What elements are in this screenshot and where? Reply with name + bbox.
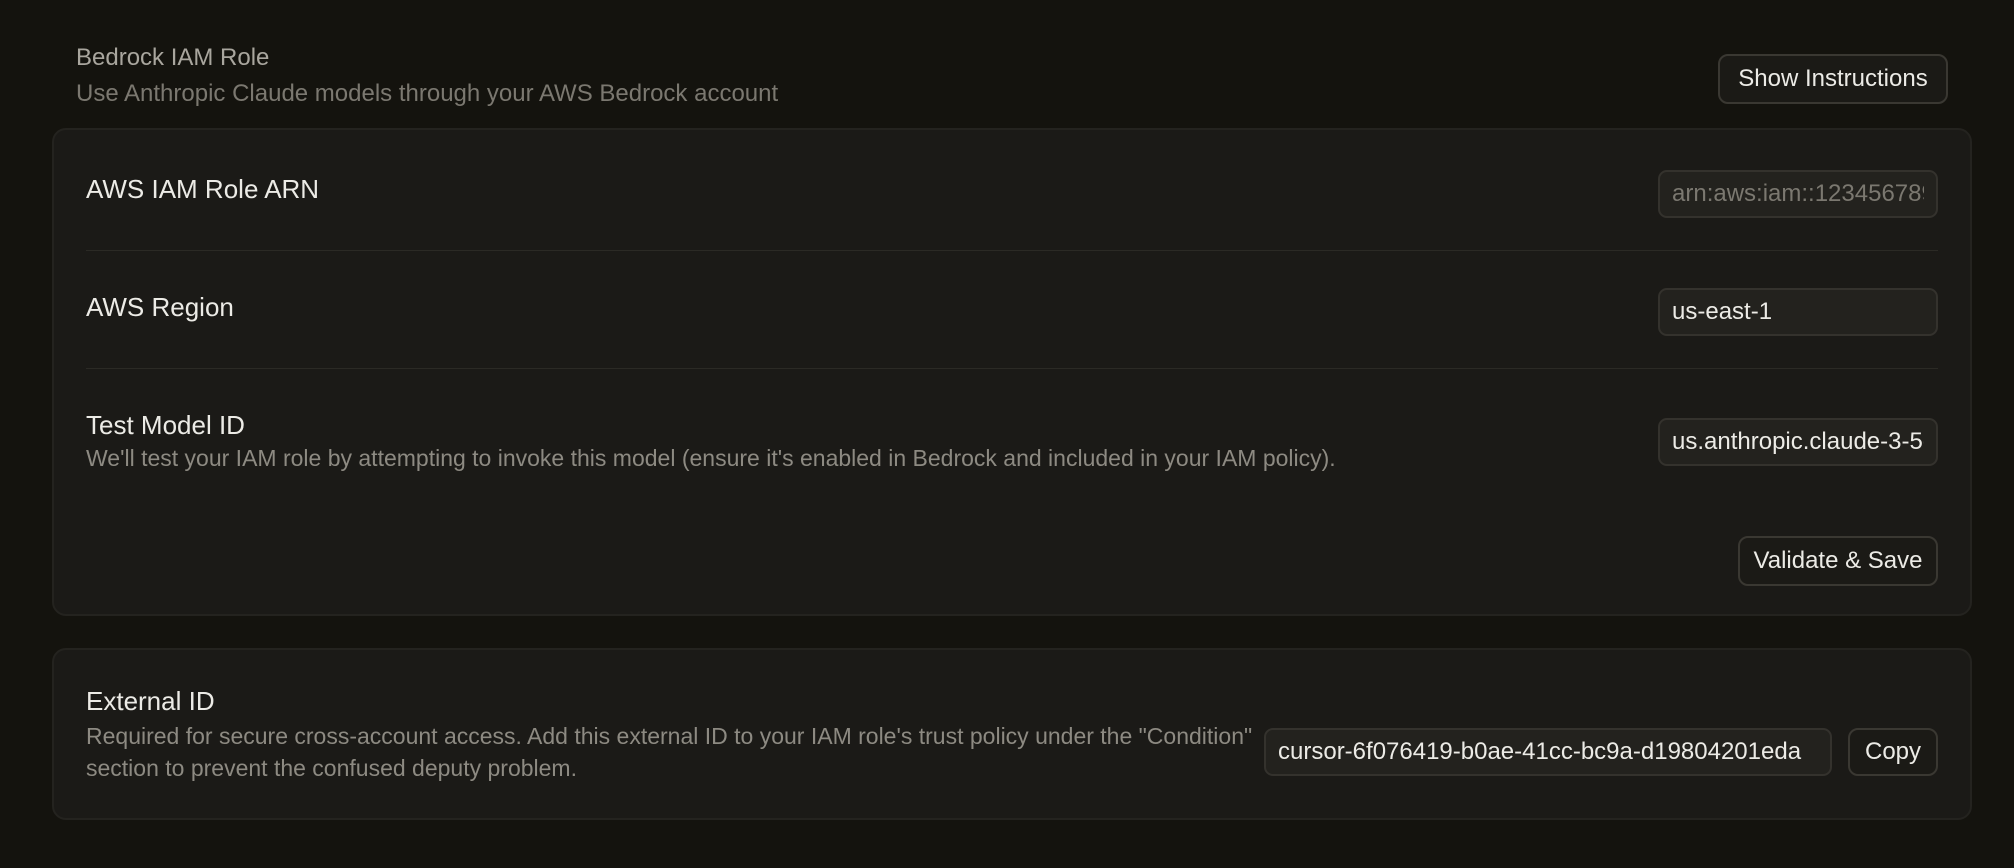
region-input[interactable] <box>1658 288 1938 336</box>
row-divider <box>86 368 1938 369</box>
copy-button[interactable]: Copy <box>1848 728 1938 776</box>
bedrock-header: Bedrock IAM Role Use Anthropic Claude mo… <box>76 40 1948 112</box>
test-model-description: We'll test your IAM role by attempting t… <box>86 445 1336 471</box>
test-model-input[interactable] <box>1658 418 1938 466</box>
external-id-input[interactable] <box>1264 728 1832 776</box>
show-instructions-button[interactable]: Show Instructions <box>1718 54 1948 104</box>
section-subtitle: Use Anthropic Claude models through your… <box>76 80 779 107</box>
role-arn-input[interactable] <box>1658 170 1938 218</box>
bedrock-settings-card: AWS IAM Role ARN AWS Region Test Model I… <box>52 128 1972 616</box>
external-id-row: External ID Required for secure cross-ac… <box>86 686 1938 796</box>
test-model-label: Test Model ID <box>86 410 245 440</box>
region-row: AWS Region <box>86 288 1938 348</box>
validate-save-button[interactable]: Validate & Save <box>1738 536 1938 586</box>
external-id-card: External ID Required for secure cross-ac… <box>52 648 1972 820</box>
external-id-description: Required for secure cross-account access… <box>86 723 1253 781</box>
role-arn-row: AWS IAM Role ARN <box>86 170 1938 230</box>
test-model-row: Test Model ID We'll test your IAM role b… <box>86 402 1938 482</box>
external-id-label: External ID <box>86 686 215 716</box>
row-divider <box>86 250 1938 251</box>
region-label: AWS Region <box>86 292 234 322</box>
section-title: Bedrock IAM Role <box>76 44 270 71</box>
role-arn-label: AWS IAM Role ARN <box>86 174 320 204</box>
